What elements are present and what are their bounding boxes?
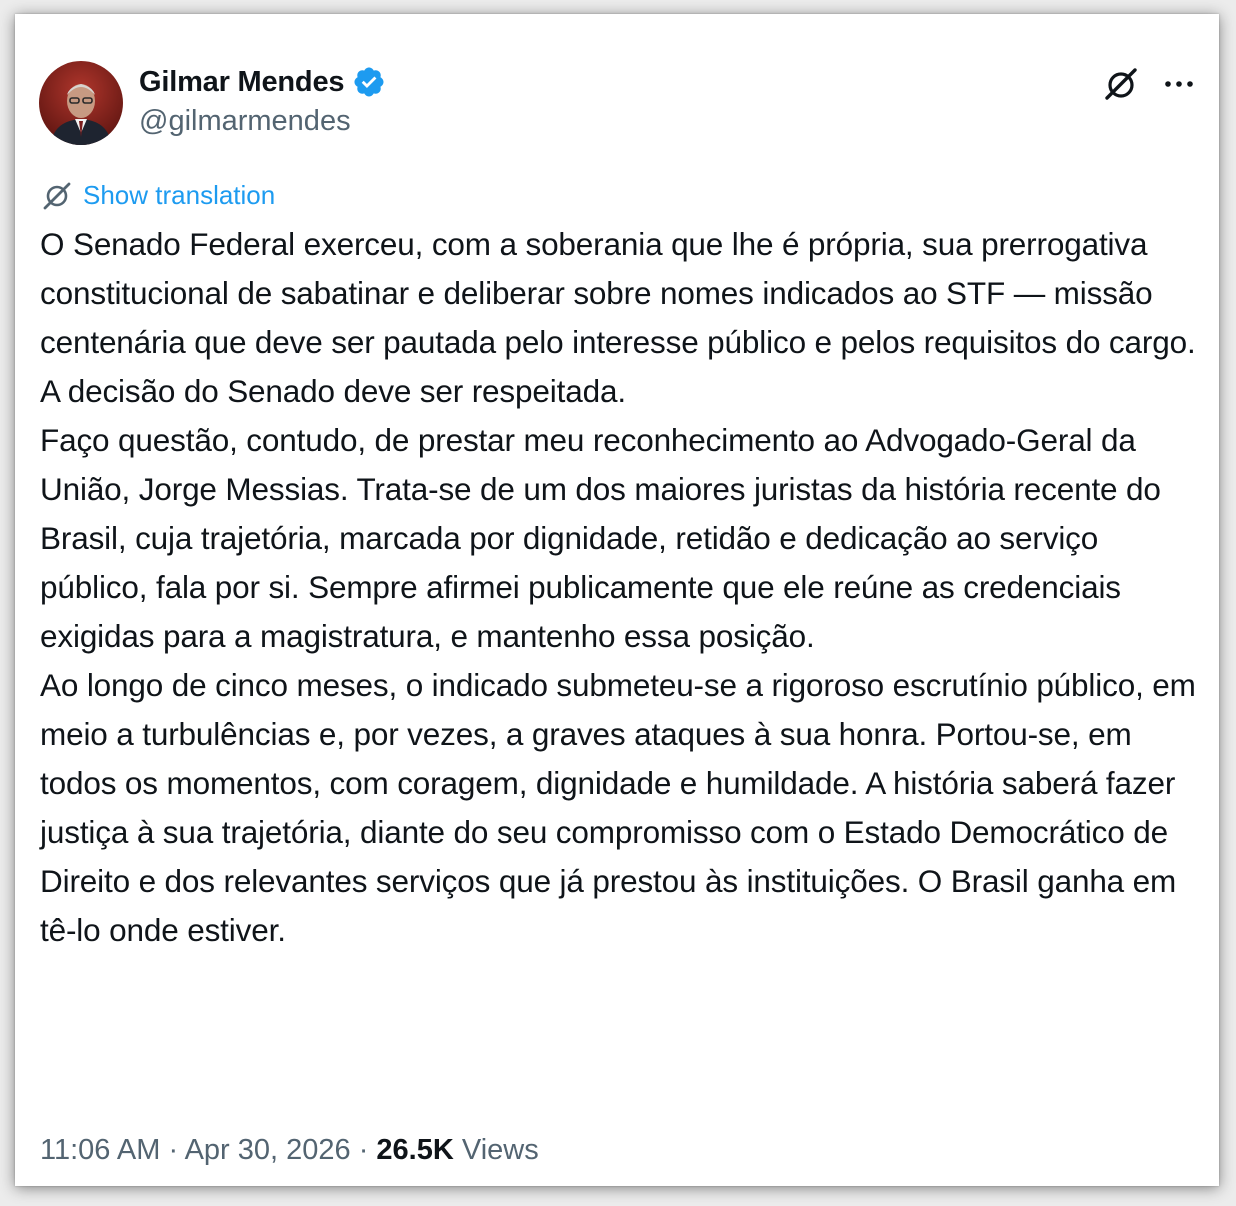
- tweet-meta: 11:06 AM · Apr 30, 2026 · 26.5K Views: [40, 1134, 539, 1167]
- author-display-name[interactable]: Gilmar Mendes: [139, 66, 345, 99]
- verified-badge-icon[interactable]: [352, 65, 386, 99]
- tweet-paragraph: Faço questão, contudo, de prestar meu re…: [40, 422, 1161, 654]
- tweet-date[interactable]: Apr 30, 2026: [185, 1134, 351, 1166]
- show-translation-link[interactable]: Show translation: [41, 177, 275, 213]
- meta-separator: ·: [160, 1134, 185, 1166]
- tweet-time[interactable]: 11:06 AM: [40, 1134, 160, 1166]
- views-count[interactable]: 26.5K: [376, 1134, 453, 1166]
- tweet-text: O Senado Federal exerceu, com a soberani…: [40, 220, 1206, 955]
- translate-icon: [41, 179, 73, 211]
- grok-icon[interactable]: [1101, 64, 1141, 104]
- tweet-card: Gilmar Mendes @gilmarmendes Show transla…: [15, 14, 1219, 1186]
- author-handle[interactable]: @gilmarmendes: [139, 105, 351, 138]
- tweet-paragraph: O Senado Federal exerceu, com a soberani…: [40, 226, 1196, 409]
- meta-separator: ·: [350, 1134, 377, 1166]
- show-translation-label[interactable]: Show translation: [83, 180, 275, 211]
- avatar[interactable]: [39, 61, 123, 145]
- views-label: Views: [461, 1134, 539, 1166]
- avatar-image: [39, 61, 123, 145]
- more-options-icon[interactable]: [1159, 66, 1199, 102]
- author-name-row[interactable]: Gilmar Mendes: [139, 64, 386, 100]
- tweet-paragraph: Ao longo de cinco meses, o indicado subm…: [40, 667, 1196, 948]
